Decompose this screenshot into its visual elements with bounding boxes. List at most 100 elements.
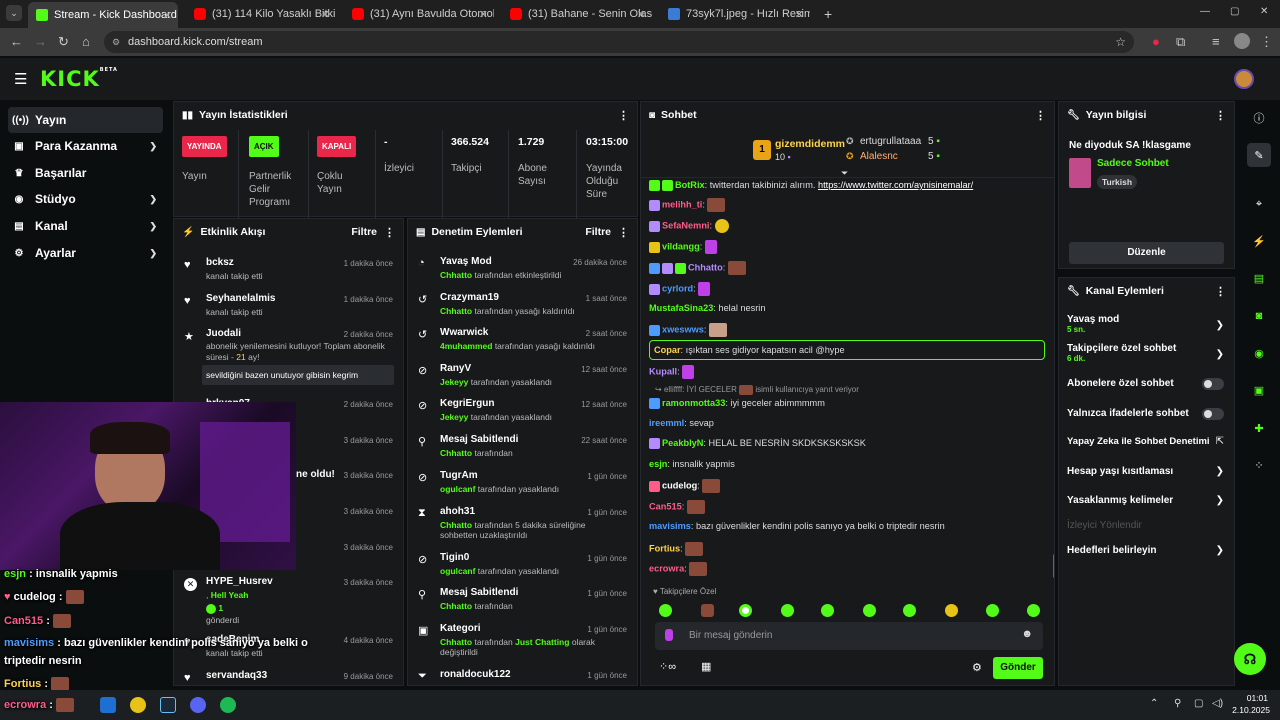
chevron-right-icon[interactable]: ❯	[1216, 349, 1224, 360]
chevron-right-icon[interactable]: ❯	[1216, 466, 1224, 477]
chat-username[interactable]: melihh_ti	[662, 199, 702, 209]
moderator-name[interactable]: Jekeyy	[440, 377, 468, 387]
emote-icon[interactable]	[701, 604, 714, 617]
chrome-icon[interactable]	[130, 697, 146, 713]
close-icon[interactable]: ✕	[479, 8, 488, 21]
more-options-icon[interactable]: ⋮	[618, 109, 629, 122]
username[interactable]: servandaq33	[206, 670, 267, 681]
mic-icon[interactable]	[665, 629, 673, 641]
edit-icon[interactable]: ✎	[1247, 143, 1271, 167]
moderator-name[interactable]: Jekeyy	[440, 412, 468, 422]
more-options-icon[interactable]: ⋮	[1215, 109, 1226, 122]
category-link[interactable]: Sadece Sohbet	[1097, 158, 1169, 169]
list-icon[interactable]: ▤	[1247, 266, 1271, 290]
chat-username[interactable]: Kupall	[649, 366, 677, 376]
tab-search-icon[interactable]: ⌄	[6, 5, 22, 21]
chat-username[interactable]: mavisims	[649, 521, 691, 531]
reload-icon[interactable]: ↻	[58, 34, 69, 50]
chat-scrollbar[interactable]	[1053, 554, 1054, 578]
chat-username[interactable]: Can515	[649, 501, 682, 511]
target-icon[interactable]: ⌖	[1247, 192, 1271, 216]
emote-icon[interactable]	[986, 604, 999, 617]
browser-tab-youtube-3[interactable]: (31) Bahane - Senin Olasım Var ✕	[502, 4, 652, 24]
profile-avatar[interactable]	[1234, 33, 1250, 49]
username[interactable]: Seyhanelalmis	[206, 293, 275, 304]
filter-button[interactable]: Filtre	[351, 226, 377, 238]
username[interactable]: bcksz	[206, 257, 234, 268]
chevron-right-icon[interactable]: ❯	[1216, 545, 1224, 556]
action-slow-mode[interactable]: Yavaş mod 5 sn.	[1067, 314, 1227, 334]
minimize-icon[interactable]: —	[1200, 6, 1210, 17]
more-options-icon[interactable]: ⋮	[384, 226, 395, 239]
collapse-icon[interactable]: ⏷	[841, 168, 848, 179]
bookmark-star-icon[interactable]: ☆	[1115, 31, 1126, 53]
action-banned-words[interactable]: Yasaklanmış kelimeler	[1067, 495, 1173, 506]
back-icon[interactable]: ←	[10, 34, 23, 49]
action-set-goals[interactable]: Hedefleri belirleyin	[1067, 545, 1156, 556]
more-options-icon[interactable]: ⋮	[618, 226, 629, 239]
leader-name[interactable]: Alalesnc	[860, 151, 898, 162]
close-icon[interactable]: ✕	[637, 8, 646, 21]
more-options-icon[interactable]: ⋮	[1035, 109, 1046, 122]
forward-icon[interactable]: →	[34, 34, 47, 49]
chat-username[interactable]: xweswws	[662, 324, 704, 334]
emote-icon[interactable]	[659, 604, 672, 617]
home-icon[interactable]: ⌂	[82, 34, 90, 49]
action-followers-only[interactable]: Takipçilere özel sohbet 6 dk.	[1067, 343, 1207, 363]
outlook-icon[interactable]	[100, 697, 116, 713]
chat-link[interactable]: https://www.twitter.com/aynisinemalar/	[818, 180, 973, 190]
maximize-icon[interactable]: ▢	[1230, 6, 1239, 17]
moderator-name[interactable]: Chhatto	[440, 637, 472, 647]
window-close-icon[interactable]: ✕	[1260, 6, 1268, 17]
spotify-icon[interactable]	[220, 697, 236, 713]
emote-icon[interactable]	[863, 604, 876, 617]
chevron-right-icon[interactable]: ❯	[1216, 320, 1224, 331]
lightning-icon[interactable]: ⚡	[1247, 229, 1271, 253]
sidebar-item-studyo[interactable]: ◉ Stüdyo ❯	[8, 186, 163, 212]
close-icon[interactable]: ✕	[795, 8, 804, 21]
close-icon[interactable]: ✕	[163, 9, 172, 22]
chat-username[interactable]: MustafaSina23	[649, 303, 713, 313]
emote-icon[interactable]	[821, 604, 834, 617]
chat-username[interactable]: Chhatto	[688, 262, 723, 272]
sidebar-item-yayin[interactable]: ((•)) Yayın	[8, 107, 163, 133]
chat-username[interactable]: esjn	[649, 459, 667, 469]
system-tray-icon[interactable]: ⌃	[1150, 698, 1158, 709]
chat-username[interactable]: ireemml	[649, 418, 684, 428]
moderator-name[interactable]: ogulcanf	[440, 484, 475, 494]
mic-icon[interactable]: ⚲	[1174, 698, 1181, 709]
username[interactable]: Juodali	[206, 328, 241, 339]
moderator-name[interactable]: 4muhammed	[440, 341, 492, 351]
chat-username[interactable]: Fortius	[649, 543, 680, 553]
chat-username[interactable]: cudelog	[662, 480, 697, 490]
extension-icon[interactable]: ●	[1152, 34, 1160, 49]
chat-icon[interactable]: ◙	[1247, 304, 1271, 328]
edit-button[interactable]: Düzenle	[1069, 242, 1224, 264]
chat-username[interactable]: PeakblyN	[662, 438, 703, 448]
chat-input[interactable]: Bir mesaj gönderin ☻	[655, 622, 1043, 650]
moderator-name[interactable]: Chhatto	[440, 270, 472, 280]
settings-icon[interactable]: ⚙	[972, 661, 982, 674]
user-list-icon[interactable]: ▣	[1247, 378, 1271, 402]
url-field[interactable]: ⚙ dashboard.kick.com/stream ☆	[104, 31, 1134, 53]
sidebar-item-ayarlar[interactable]: ⚙ Ayarlar ❯	[8, 240, 163, 266]
sidebar-item-kanal[interactable]: ▤ Kanal ❯	[8, 213, 163, 239]
emote-icon[interactable]	[903, 604, 916, 617]
chat-username[interactable]: cyrlord	[662, 283, 693, 293]
browser-tab-youtube-1[interactable]: (31) 114 Kilo Yasaklı Bitki Yakala ✕	[186, 4, 336, 24]
chevron-right-icon[interactable]: ❯	[1216, 495, 1224, 506]
filter-button[interactable]: Filtre	[585, 226, 611, 238]
action-ai-moderation[interactable]: Yapay Zeka ile Sohbet Denetimi	[1067, 436, 1210, 447]
support-headset-icon[interactable]: ☊	[1234, 643, 1266, 675]
site-info-icon[interactable]: ⚙	[112, 31, 120, 53]
kudo-icon[interactable]: ⁘∞	[659, 660, 676, 673]
emote-icon[interactable]	[739, 604, 752, 617]
send-button[interactable]: Gönder	[993, 657, 1043, 679]
extensions-puzzle-icon[interactable]: ⧉	[1176, 34, 1185, 50]
sidebar-item-basarilar[interactable]: ♛ Başarılar	[8, 160, 163, 186]
chat-username[interactable]: Copar	[654, 345, 681, 355]
hamburger-menu-icon[interactable]: ☰	[14, 70, 27, 88]
action-account-age[interactable]: Hesap yaşı kısıtlaması	[1067, 466, 1173, 477]
moderator-name[interactable]: Chhatto	[440, 520, 472, 530]
info-icon[interactable]: ⓘ	[1247, 106, 1271, 130]
